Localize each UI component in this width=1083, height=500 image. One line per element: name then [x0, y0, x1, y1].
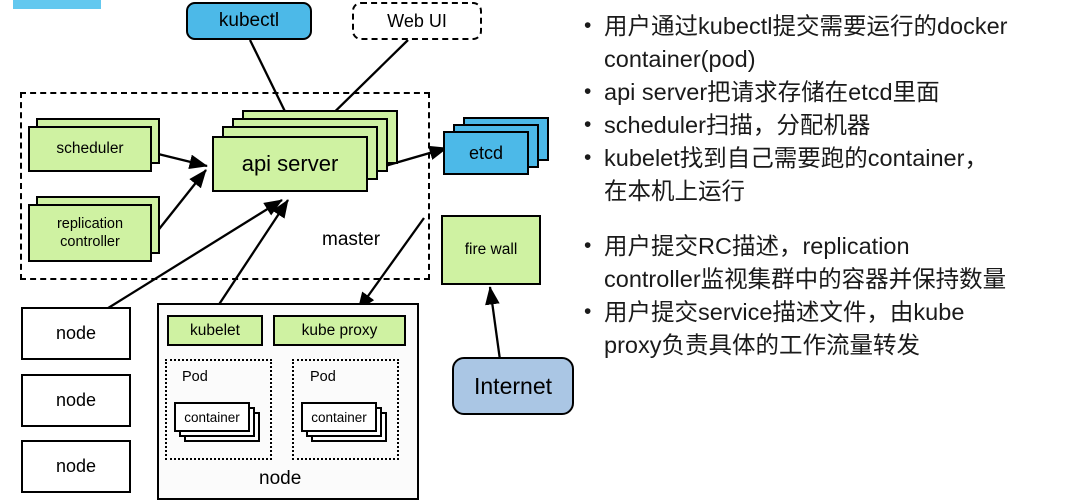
note-bullet-5-line-2: controller监视集群中的容器并保持数量 — [604, 266, 1007, 292]
node-box-1[interactable]: node — [21, 307, 131, 360]
note-bullet-2-line-1: api server把请求存储在etcd里面 — [604, 79, 940, 105]
note-bullet-4: kubelet找到自己需要跑的container， 在本机上运行 — [578, 141, 1083, 208]
container-box-left: container — [174, 402, 250, 432]
api-server-box: api server — [212, 136, 368, 192]
replication-controller-stack[interactable]: replication controller — [28, 196, 160, 262]
api-server-stack[interactable]: api server — [212, 110, 398, 192]
kubelet-box[interactable]: kubelet — [167, 315, 263, 346]
slide-canvas: master kubectl Web UI scheduler replicat… — [0, 0, 1083, 500]
internet-box[interactable]: Internet — [452, 357, 574, 415]
kubectl-box[interactable]: kubectl — [186, 2, 312, 40]
note-bullet-3-line-1: scheduler扫描，分配机器 — [604, 112, 871, 138]
note-bullet-1: 用户通过kubectl提交需要运行的docker container(pod) — [578, 9, 1083, 76]
kubernetes-architecture-diagram: master kubectl Web UI scheduler replicat… — [0, 0, 574, 500]
pod-label-right: Pod — [310, 369, 336, 385]
scheduler-box: scheduler — [28, 126, 152, 172]
container-stack-right[interactable]: container — [301, 402, 397, 452]
replication-controller-label-line2: controller — [60, 234, 120, 250]
note-bullet-1-line-1: 用户通过kubectl提交需要运行的docker — [604, 13, 1008, 39]
note-bullet-1-line-2: container(pod) — [604, 46, 756, 72]
etcd-box: etcd — [443, 131, 529, 175]
node-box-2[interactable]: node — [21, 374, 131, 427]
container-box-right: container — [301, 402, 377, 432]
note-bullet-6: 用户提交service描述文件，由kube proxy负责具体的工作流量转发 — [578, 295, 1083, 362]
replication-controller-label-line1: replication — [56, 216, 124, 232]
note-bullet-4-line-2: 在本机上运行 — [604, 178, 745, 204]
fire-wall-box[interactable]: fire wall — [441, 215, 541, 285]
web-ui-box[interactable]: Web UI — [352, 2, 482, 40]
note-bullet-6-line-1: 用户提交service描述文件，由kube — [604, 299, 965, 325]
note-bullet-6-line-2: proxy负责具体的工作流量转发 — [604, 332, 920, 358]
notes-spacer — [578, 208, 1083, 230]
scheduler-stack[interactable]: scheduler — [28, 118, 160, 172]
kube-proxy-box[interactable]: kube proxy — [273, 315, 406, 346]
node-box-3[interactable]: node — [21, 440, 131, 493]
notes-group-two: 用户提交RC描述，replication controller监视集群中的容器并… — [578, 229, 1083, 362]
master-label: master — [322, 229, 381, 250]
pod-label-left: Pod — [182, 369, 208, 385]
note-bullet-3: scheduler扫描，分配机器 — [578, 108, 1083, 142]
replication-controller-box: replication controller — [28, 204, 152, 262]
container-stack-left[interactable]: container — [174, 402, 270, 452]
etcd-stack[interactable]: etcd — [443, 117, 549, 179]
note-bullet-2: api server把请求存储在etcd里面 — [578, 75, 1083, 109]
explanation-notes: 用户通过kubectl提交需要运行的docker container(pod) … — [578, 9, 1083, 490]
node-detail-label: node — [259, 468, 302, 489]
note-bullet-5: 用户提交RC描述，replication controller监视集群中的容器并… — [578, 229, 1083, 296]
notes-group-one: 用户通过kubectl提交需要运行的docker container(pod) … — [578, 9, 1083, 208]
note-bullet-5-line-1: 用户提交RC描述，replication — [604, 233, 910, 259]
note-bullet-4-line-1: kubelet找到自己需要跑的container， — [604, 145, 988, 171]
